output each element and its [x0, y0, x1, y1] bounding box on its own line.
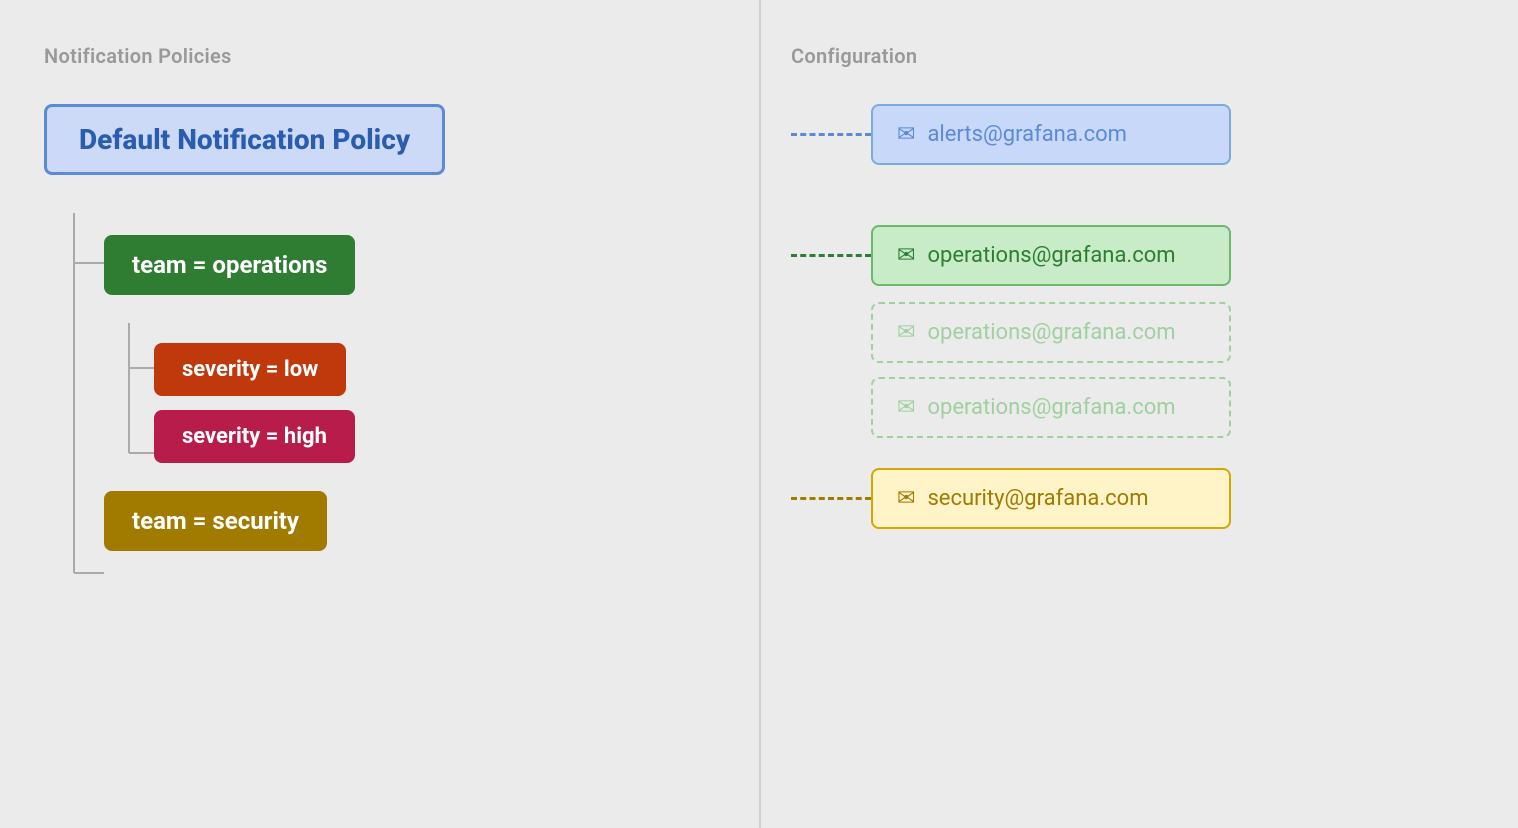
config-operations-inherited1-box: ✉ operations@grafana.com [871, 302, 1231, 363]
operations-box[interactable]: team = operations [104, 235, 355, 295]
main-layout: Notification Policies Default Notificati… [0, 0, 1518, 828]
left-panel: Notification Policies Default Notificati… [0, 0, 759, 828]
config-operations-box: ✉ operations@grafana.com [871, 225, 1231, 286]
severity-low-box[interactable]: severity = low [154, 343, 346, 396]
mail-icon-inherited1: ✉ [897, 320, 915, 345]
mail-icon-inherited2: ✉ [897, 395, 915, 420]
right-panel: Configuration ✉ alerts@grafana.com ✉ ope… [759, 0, 1518, 828]
config-security-box: ✉ security@grafana.com [871, 468, 1231, 529]
security-box[interactable]: team = security [104, 491, 327, 551]
config-default-box: ✉ alerts@grafana.com [871, 104, 1231, 165]
mail-icon-default: ✉ [897, 122, 915, 147]
default-policy-box[interactable]: Default Notification Policy [44, 104, 445, 175]
left-panel-title: Notification Policies [44, 44, 729, 68]
right-panel-title: Configuration [791, 44, 1474, 68]
mail-icon-operations: ✉ [897, 243, 915, 268]
config-operations-inherited2-box: ✉ operations@grafana.com [871, 377, 1231, 438]
mail-icon-security: ✉ [897, 486, 915, 511]
severity-high-box[interactable]: severity = high [154, 410, 355, 463]
